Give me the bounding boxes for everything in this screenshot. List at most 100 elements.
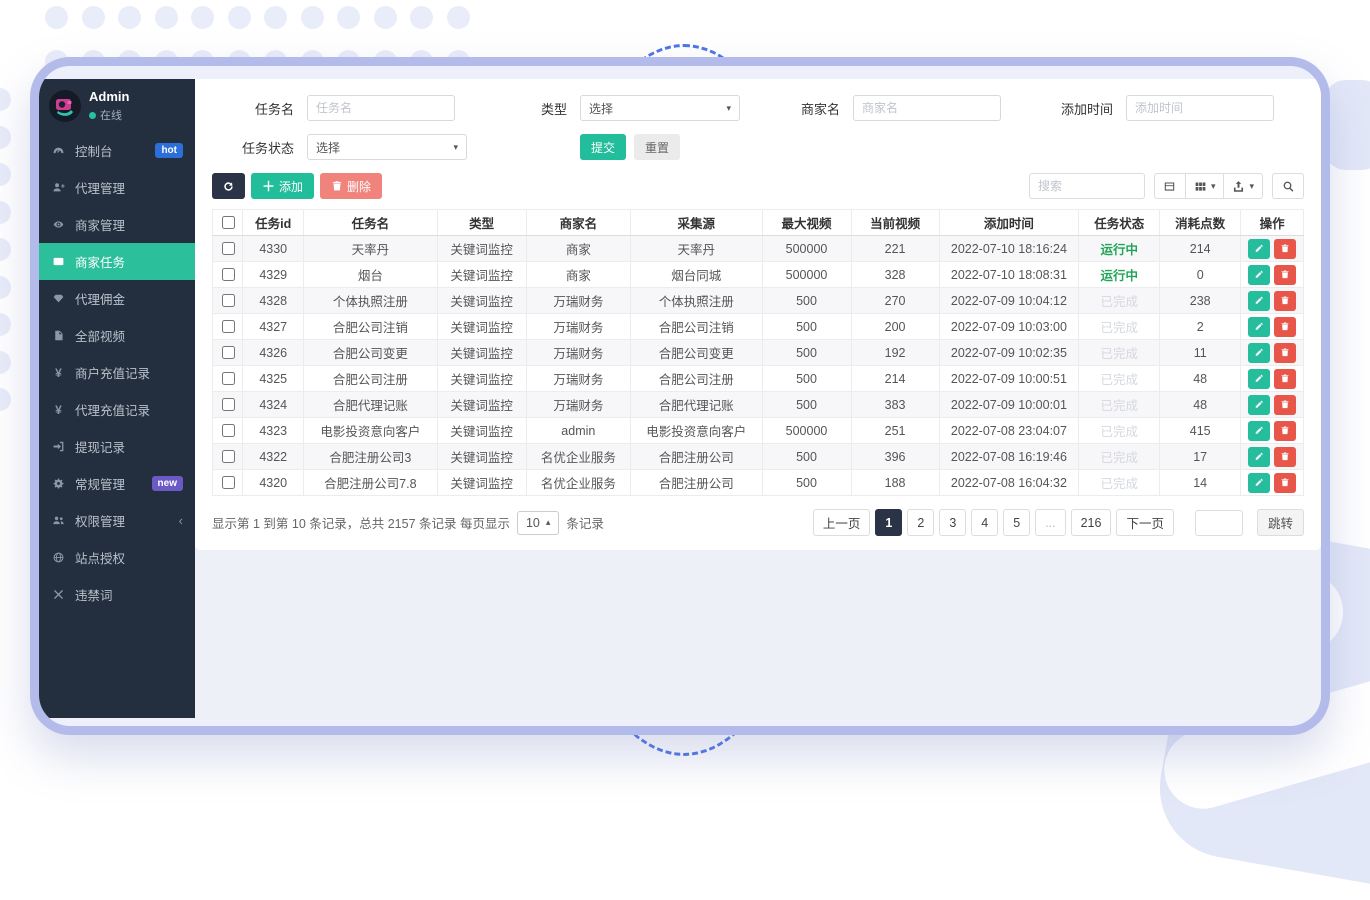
header-checkbox-cell [213,210,243,236]
edit-row-button[interactable] [1248,343,1270,363]
type-select[interactable]: 选择 ▾ [580,95,740,121]
edit-row-button[interactable] [1248,369,1270,389]
page-button-5[interactable]: 5 [1003,509,1030,536]
delete-row-button[interactable] [1274,343,1296,363]
sidebar-item-merchant-manage[interactable]: 商家管理 [39,206,195,243]
page-button-1[interactable]: 1 [875,509,902,536]
edit-row-button[interactable] [1248,265,1270,285]
cell-time: 2022-07-08 16:04:32 [939,470,1079,496]
decor-dot [45,6,68,29]
sidebar-item-yen[interactable]: ¥商户充值记录 [39,354,195,391]
sidebar-item-videos[interactable]: 全部视频 [39,317,195,354]
content-area: 任务名 类型 选择 ▾ 商家名 添加 [195,79,1321,718]
task-name-input[interactable] [307,95,455,121]
sidebar-item-commission[interactable]: 代理佣金 [39,280,195,317]
cell-source: 烟台同城 [630,262,762,288]
sidebar-item-dashboard[interactable]: 控制台hot [39,132,195,169]
page-button-2[interactable]: 2 [907,509,934,536]
caret-down-icon: ▾ [1211,181,1216,192]
row-checkbox[interactable] [222,320,235,333]
cell-status: 已完成 [1079,418,1160,444]
sidebar-item-banned-words[interactable]: 违禁词 [39,576,195,613]
row-checkbox[interactable] [222,268,235,281]
edit-row-button[interactable] [1248,421,1270,441]
delete-row-button[interactable] [1274,265,1296,285]
page-size-dropdown[interactable]: 10 ▴ [517,511,559,535]
toggle-view-button[interactable] [1154,173,1186,199]
permissions-icon [51,514,66,527]
cell-type: 关键词监控 [437,444,526,470]
row-checkbox[interactable] [222,424,235,437]
sidebar-item-agent-manage[interactable]: 代理管理 [39,169,195,206]
page-button-216[interactable]: 216 [1071,509,1112,536]
row-checkbox[interactable] [222,372,235,385]
cell-actions [1241,444,1304,470]
add-time-input[interactable] [1126,95,1274,121]
sidebar-item-label: 权限管理 [75,511,125,530]
sidebar-item-settings[interactable]: 常规管理new [39,465,195,502]
edit-row-button[interactable] [1248,395,1270,415]
sidebar-item-permissions[interactable]: 权限管理‹ [39,502,195,539]
page-button-3[interactable]: 3 [939,509,966,536]
reset-button[interactable]: 重置 [634,134,680,160]
select-all-checkbox[interactable] [222,216,235,229]
delete-row-button[interactable] [1274,317,1296,337]
cell-actions [1241,314,1304,340]
filter-task-status: 任务状态 选择 ▾ [212,134,485,160]
cell-status: 已完成 [1079,366,1160,392]
type-select-value: 选择 [589,100,613,117]
add-button[interactable]: ＋ 添加 [251,173,314,199]
export-button[interactable]: ▾ [1224,173,1263,199]
cell-status: 已完成 [1079,288,1160,314]
edit-row-button[interactable] [1248,473,1270,493]
decor-dot [410,6,433,29]
merchant-input[interactable] [853,95,1001,121]
delete-row-button[interactable] [1274,369,1296,389]
cell-max: 500 [762,444,851,470]
sidebar-item-label: 商家管理 [75,215,125,234]
cell-merchant: 万瑞财务 [526,392,630,418]
edit-row-button[interactable] [1248,291,1270,311]
row-checkbox[interactable] [222,476,235,489]
delete-row-button[interactable] [1274,239,1296,259]
sidebar-item-merchant-task[interactable]: 商家任务 [39,243,195,280]
submit-button[interactable]: 提交 [580,134,626,160]
cell-merchant: 万瑞财务 [526,314,630,340]
sidebar-item-label: 站点授权 [75,548,125,567]
sidebar-item-withdraw[interactable]: 提现记录 [39,428,195,465]
row-checkbox[interactable] [222,242,235,255]
delete-button[interactable]: 删除 [320,173,382,199]
sidebar-item-label: 全部视频 [75,326,125,345]
delete-row-button[interactable] [1274,291,1296,311]
next-page-button[interactable]: 下一页 [1116,509,1174,536]
edit-row-button[interactable] [1248,239,1270,259]
row-checkbox[interactable] [222,398,235,411]
cell-merchant: admin [526,418,630,444]
edit-row-button[interactable] [1248,317,1270,337]
sidebar-item-yen[interactable]: ¥代理充值记录 [39,391,195,428]
prev-page-button[interactable]: 上一页 [813,509,871,536]
delete-row-button[interactable] [1274,395,1296,415]
row-checkbox[interactable] [222,294,235,307]
delete-row-button[interactable] [1274,421,1296,441]
cell-points: 11 [1160,340,1241,366]
filter-type: 类型 选择 ▾ [485,95,758,121]
task-status-select[interactable]: 选择 ▾ [307,134,467,160]
page-button-4[interactable]: 4 [971,509,998,536]
delete-row-button[interactable] [1274,447,1296,467]
export-icon [1232,180,1245,193]
page-size-value: 10 [526,516,540,530]
search-input[interactable] [1029,173,1145,199]
cell-current: 396 [851,444,939,470]
row-checkbox[interactable] [222,346,235,359]
sidebar-item-site-auth[interactable]: 站点授权 [39,539,195,576]
jump-button[interactable]: 跳转 [1257,509,1304,536]
row-checkbox[interactable] [222,450,235,463]
columns-button[interactable]: ▾ [1186,173,1225,199]
jump-page-input[interactable] [1195,510,1243,536]
search-button[interactable] [1272,173,1304,199]
table-row: 4322合肥注册公司3关键词监控名优企业服务合肥注册公司5003962022-0… [213,444,1304,470]
delete-row-button[interactable] [1274,473,1296,493]
edit-row-button[interactable] [1248,447,1270,467]
refresh-button[interactable] [212,173,245,199]
